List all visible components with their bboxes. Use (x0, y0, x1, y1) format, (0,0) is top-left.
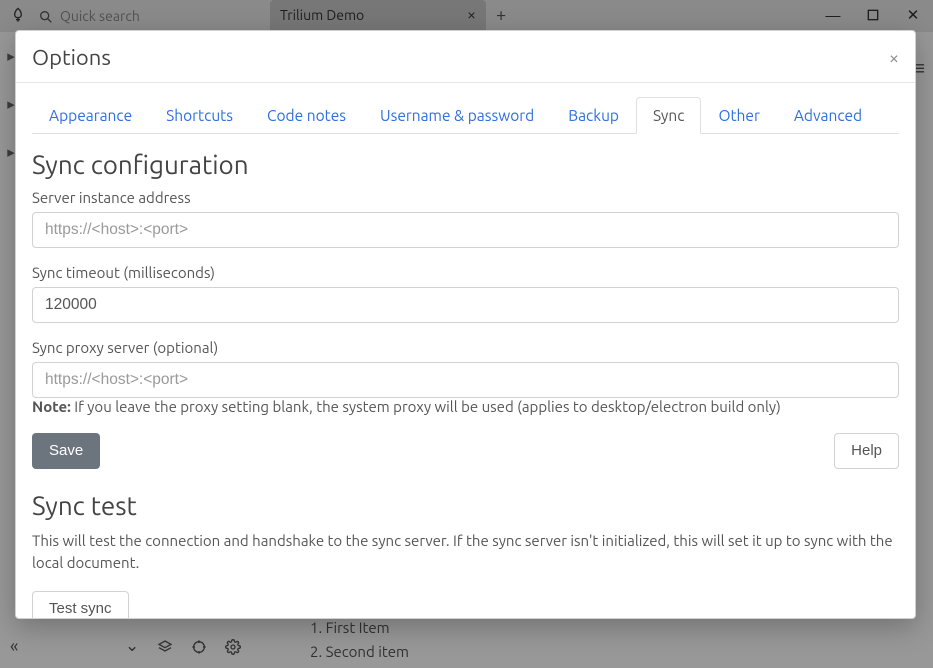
modal-header: Options × (16, 31, 915, 83)
proxy-note-text: If you leave the proxy setting blank, th… (71, 398, 781, 415)
sync-config-heading: Sync configuration (32, 150, 899, 179)
sync-timeout-input[interactable] (32, 287, 899, 323)
save-button[interactable]: Save (32, 433, 100, 469)
modal-title: Options (32, 45, 111, 70)
modal-body: Appearance Shortcuts Code notes Username… (16, 83, 915, 618)
sync-test-heading: Sync test (32, 491, 899, 520)
server-address-input[interactable] (32, 212, 899, 248)
sync-config-buttons: Save Help (32, 433, 899, 469)
tab-code-notes[interactable]: Code notes (250, 97, 363, 134)
help-button[interactable]: Help (834, 433, 899, 469)
tab-shortcuts[interactable]: Shortcuts (149, 97, 250, 134)
proxy-note-prefix: Note: (32, 398, 71, 415)
tab-appearance[interactable]: Appearance (32, 97, 149, 134)
tab-sync[interactable]: Sync (636, 97, 701, 134)
sync-proxy-label: Sync proxy server (optional) (32, 339, 899, 356)
server-address-label: Server instance address (32, 189, 899, 206)
sync-timeout-label: Sync timeout (milliseconds) (32, 264, 899, 281)
tab-username-password[interactable]: Username & password (363, 97, 551, 134)
tab-advanced[interactable]: Advanced (777, 97, 879, 134)
test-sync-button[interactable]: Test sync (32, 591, 129, 619)
tab-backup[interactable]: Backup (551, 97, 636, 134)
tab-other[interactable]: Other (701, 97, 776, 134)
close-icon[interactable]: × (889, 49, 899, 67)
sync-test-description: This will test the connection and handsh… (32, 530, 899, 575)
sync-proxy-input[interactable] (32, 362, 899, 398)
options-tabs: Appearance Shortcuts Code notes Username… (32, 97, 899, 134)
proxy-note: Note: If you leave the proxy setting bla… (32, 398, 899, 415)
options-modal: Options × Appearance Shortcuts Code note… (15, 30, 916, 619)
